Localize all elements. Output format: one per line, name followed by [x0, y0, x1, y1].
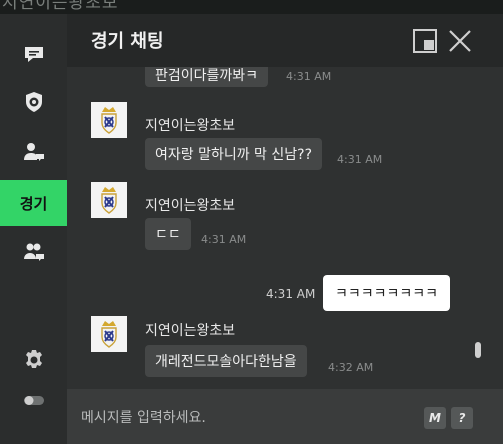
sidebar-item-label: 경기	[19, 194, 48, 213]
sidebar-item-chat[interactable]	[0, 31, 67, 77]
message-time: 4:31 AM	[337, 153, 383, 166]
avatar	[91, 182, 127, 218]
message-bubble: 여자랑 말하니까 막 신남??	[145, 138, 323, 170]
avatar	[91, 102, 127, 138]
gear-icon	[25, 350, 42, 368]
toggle-button[interactable]	[0, 377, 67, 423]
page-title: 경기 채팅	[91, 31, 164, 52]
sidebar-item-club[interactable]	[0, 79, 67, 125]
sender-name: 지연이는왕초보	[145, 198, 236, 214]
message-bubble: 개레전드모솔아다한남을	[145, 345, 307, 377]
chat-panel: 경기 채팅 판검이다를까봐ㅋ 4:31 AM 지연이는왕초보 여자랑 말하니까 …	[67, 14, 503, 444]
user-chat-icon	[23, 143, 44, 161]
scrollbar[interactable]	[475, 342, 481, 358]
close-icon[interactable]	[447, 28, 473, 54]
sidebar-item-match[interactable]: 경기	[0, 180, 67, 226]
group-chat-icon	[23, 243, 44, 261]
message-time: 4:31 AM	[286, 70, 332, 83]
macro-button[interactable]: M	[424, 407, 446, 429]
sender-name: 지연이는왕초보	[145, 323, 236, 339]
message-time: 4:31 AM	[201, 233, 247, 246]
sidebar: 경기	[0, 14, 67, 444]
help-button[interactable]: ?	[451, 407, 473, 429]
chat-bubble-icon	[24, 47, 43, 62]
background-title: 지연이는왕초보	[2, 0, 119, 13]
toggle-icon	[23, 396, 44, 405]
sender-name: 지연이는왕초보	[145, 118, 236, 134]
message-bubble: ㄷㄷ	[145, 218, 191, 250]
input-bar: M ?	[67, 389, 503, 444]
message-time: 4:31 AM	[266, 287, 316, 301]
my-message-bubble: ㅋㅋㅋㅋㅋㅋㅋㅋ	[323, 275, 451, 311]
message-time: 4:32 AM	[328, 361, 374, 374]
panel-header: 경기 채팅	[67, 14, 503, 67]
message-bubble: 판검이다를까봐ㅋ	[145, 67, 269, 87]
avatar	[91, 316, 127, 352]
message-list[interactable]: 판검이다를까봐ㅋ 4:31 AM 지연이는왕초보 여자랑 말하니까 막 신남??…	[67, 67, 503, 389]
shield-ball-icon	[25, 92, 42, 112]
sidebar-item-group-chat[interactable]	[0, 229, 67, 275]
sidebar-item-friend-chat[interactable]	[0, 129, 67, 175]
popout-icon[interactable]	[412, 28, 438, 54]
message-input[interactable]	[81, 407, 401, 429]
